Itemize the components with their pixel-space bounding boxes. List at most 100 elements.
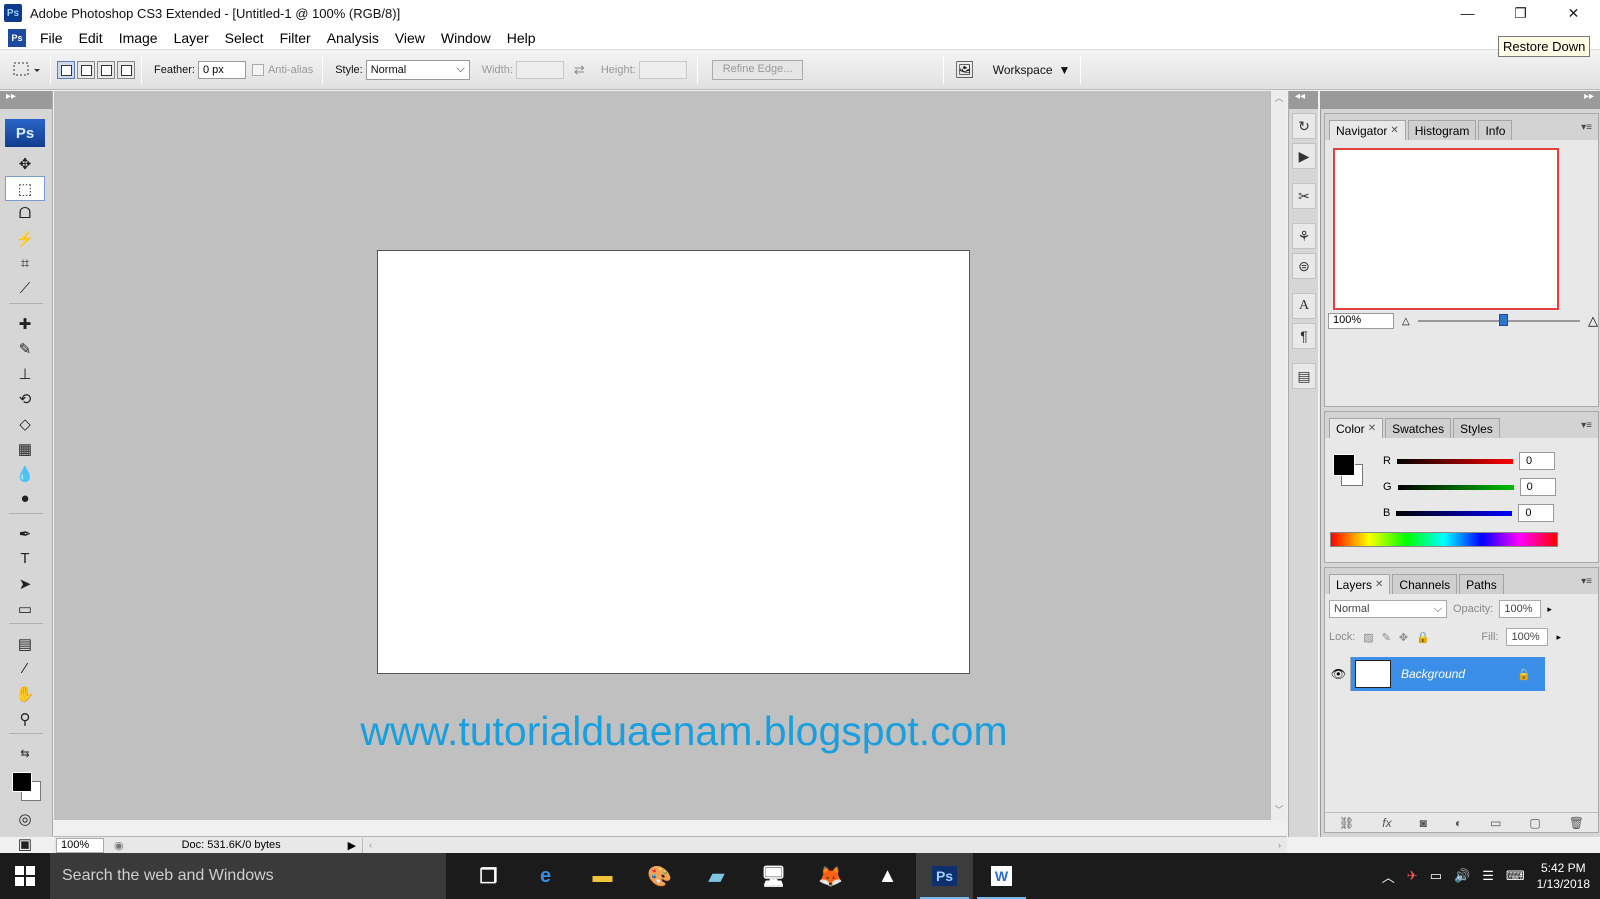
chevron-up-icon[interactable]: ︿ — [1382, 867, 1395, 886]
edge-taskbar-button[interactable]: e — [517, 853, 574, 899]
lock-transparency-icon[interactable]: ▨ — [1363, 631, 1373, 644]
document-icon[interactable]: Ps — [8, 28, 26, 47]
quick-mask-icon[interactable]: ◎ — [5, 806, 45, 831]
tab-navigator[interactable]: Navigator ✕ — [1329, 120, 1406, 140]
zoom-in-icon[interactable]: △ — [1588, 313, 1598, 329]
refine-edge-button[interactable]: Refine Edge... — [711, 59, 804, 80]
status-info-icon[interactable]: ◉ — [114, 839, 124, 852]
red-slider[interactable] — [1396, 458, 1513, 464]
lock-all-icon[interactable]: 🔒 — [1416, 631, 1430, 644]
scroll-up-arrow[interactable]: ︿ — [1271, 91, 1287, 104]
feather-input[interactable] — [197, 60, 246, 79]
swap-dimensions-icon[interactable]: ⇄ — [574, 62, 585, 78]
lock-position-icon[interactable]: ✥ — [1399, 631, 1408, 644]
color-spectrum-ramp[interactable] — [1330, 532, 1558, 547]
move-tool[interactable]: ✥ — [5, 151, 45, 176]
photoshop-taskbar-button[interactable]: Ps — [916, 853, 973, 899]
word-taskbar-button[interactable]: W — [973, 853, 1030, 899]
clone-stamp-tool[interactable]: ⊥ — [5, 361, 45, 386]
anti-alias-checkbox[interactable] — [251, 63, 264, 76]
panel-menu-icon[interactable]: ▾≡ — [1581, 122, 1592, 133]
menu-image[interactable]: Image — [111, 30, 166, 46]
toolbox-collapse-icon[interactable]: ▸▸ — [0, 91, 52, 109]
layer-style-icon[interactable]: fx — [1382, 816, 1391, 830]
tool-preset-picker[interactable] — [10, 57, 44, 83]
pen-tool[interactable]: ✒ — [5, 521, 45, 546]
tab-histogram[interactable]: Histogram — [1407, 120, 1477, 140]
panel-menu-icon[interactable]: ▾≡ — [1581, 576, 1592, 587]
menu-analysis[interactable]: Analysis — [319, 30, 387, 46]
link-layers-icon[interactable]: ⛓ — [1339, 816, 1354, 830]
history-brush-tool[interactable]: ⟲ — [5, 386, 45, 411]
close-icon[interactable]: ✕ — [1390, 125, 1398, 136]
start-button[interactable] — [0, 853, 50, 899]
foreground-color-swatch[interactable] — [1333, 454, 1355, 476]
layer-row-background[interactable]: 👁 Background 🔒 — [1327, 657, 1545, 691]
menu-edit[interactable]: Edit — [71, 30, 111, 46]
magic-wand-tool[interactable]: ⚡ — [5, 226, 45, 251]
remote-desktop-taskbar-button[interactable]: 🖥 — [745, 853, 802, 899]
width-input[interactable] — [515, 60, 564, 79]
volume-icon[interactable]: 🔊 — [1454, 868, 1470, 884]
minimize-button[interactable]: — — [1441, 0, 1494, 26]
menu-layer[interactable]: Layer — [166, 30, 217, 46]
tab-layers[interactable]: Layers ✕ — [1329, 574, 1391, 594]
close-icon[interactable]: ✕ — [1368, 423, 1376, 434]
brushes-panel-icon[interactable]: ⚘ — [1292, 223, 1316, 249]
green-value-field[interactable]: 0 — [1519, 478, 1556, 496]
brush-tool[interactable]: ✎ — [5, 336, 45, 361]
path-selection-tool[interactable]: ➤ — [5, 571, 45, 596]
photos-taskbar-button[interactable]: ▲ — [859, 853, 916, 899]
lasso-tool[interactable]: ᗝ — [5, 201, 45, 226]
blur-tool[interactable]: 💧 — [5, 461, 45, 486]
healing-brush-tool[interactable]: ✚ — [5, 311, 45, 336]
taskbar-clock[interactable]: 5:42 PM 1/13/2018 — [1537, 860, 1590, 892]
blue-slider[interactable] — [1396, 510, 1513, 516]
close-icon[interactable]: ✕ — [1375, 579, 1383, 590]
workspace-button[interactable]: Workspace ▼ — [993, 63, 1071, 77]
slider-thumb[interactable] — [1498, 314, 1508, 326]
scroll-down-arrow[interactable]: ﹀ — [1271, 803, 1287, 816]
blend-mode-select[interactable]: Normal ⌵ — [1329, 600, 1447, 618]
menu-select[interactable]: Select — [217, 30, 272, 46]
navigator-zoom-field[interactable]: 100% — [1328, 313, 1394, 329]
crop-tool[interactable]: ⌗ — [5, 251, 45, 276]
tab-info[interactable]: Info — [1478, 120, 1513, 140]
height-input[interactable] — [638, 60, 687, 79]
notepad-taskbar-button[interactable]: ▰ — [688, 853, 745, 899]
character-panel-icon[interactable]: A — [1292, 293, 1316, 319]
new-selection-button[interactable] — [57, 60, 75, 79]
fill-field[interactable]: 100% — [1506, 628, 1549, 646]
action-center-icon[interactable]: ☰ — [1482, 868, 1494, 884]
intersect-selection-button[interactable] — [117, 60, 135, 79]
tab-styles[interactable]: Styles — [1453, 418, 1500, 438]
opacity-field[interactable]: 100% — [1499, 600, 1542, 618]
file-explorer-taskbar-button[interactable]: ▬ — [574, 853, 631, 899]
taskbar-search-box[interactable]: Search the web and Windows — [50, 853, 446, 899]
scroll-left-arrow[interactable]: ‹ — [369, 840, 372, 850]
navigator-zoom-slider[interactable] — [1417, 314, 1580, 326]
firefox-taskbar-button[interactable]: 🦊 — [802, 853, 859, 899]
network-warning-icon[interactable]: ✈ — [1407, 868, 1418, 884]
new-group-icon[interactable]: ▭ — [1490, 816, 1501, 830]
rectangle-tool[interactable]: ▭ — [5, 596, 45, 621]
gradient-tool[interactable]: ▦ — [5, 436, 45, 461]
adjustment-layer-icon[interactable]: ◐ — [1455, 816, 1462, 830]
panel-menu-icon[interactable]: ▾≡ — [1581, 420, 1592, 431]
navigator-preview[interactable] — [1333, 148, 1559, 310]
scroll-right-arrow[interactable]: › — [1278, 840, 1281, 850]
dock-collapse-icon[interactable]: ◂◂ — [1289, 91, 1318, 109]
paragraph-panel-icon[interactable]: ¶ — [1292, 323, 1316, 349]
add-to-selection-button[interactable] — [77, 60, 95, 79]
vertical-scrollbar[interactable]: ︿ ﹀ — [1270, 91, 1287, 820]
fill-arrow-icon[interactable]: ▸ — [1556, 632, 1561, 643]
horizontal-scrollbar[interactable]: ‹ › — [362, 837, 1287, 853]
subtract-from-selection-button[interactable] — [97, 60, 115, 79]
menu-view[interactable]: View — [387, 30, 433, 46]
status-menu-arrow-icon[interactable]: ▶ — [348, 839, 356, 852]
trash-icon[interactable]: 🗑 — [1569, 816, 1584, 830]
layer-body[interactable]: Background 🔒 — [1351, 657, 1545, 691]
panels-collapse-icon[interactable]: ▸▸ — [1321, 91, 1600, 109]
menu-filter[interactable]: Filter — [272, 30, 319, 46]
menu-help[interactable]: Help — [499, 30, 544, 46]
